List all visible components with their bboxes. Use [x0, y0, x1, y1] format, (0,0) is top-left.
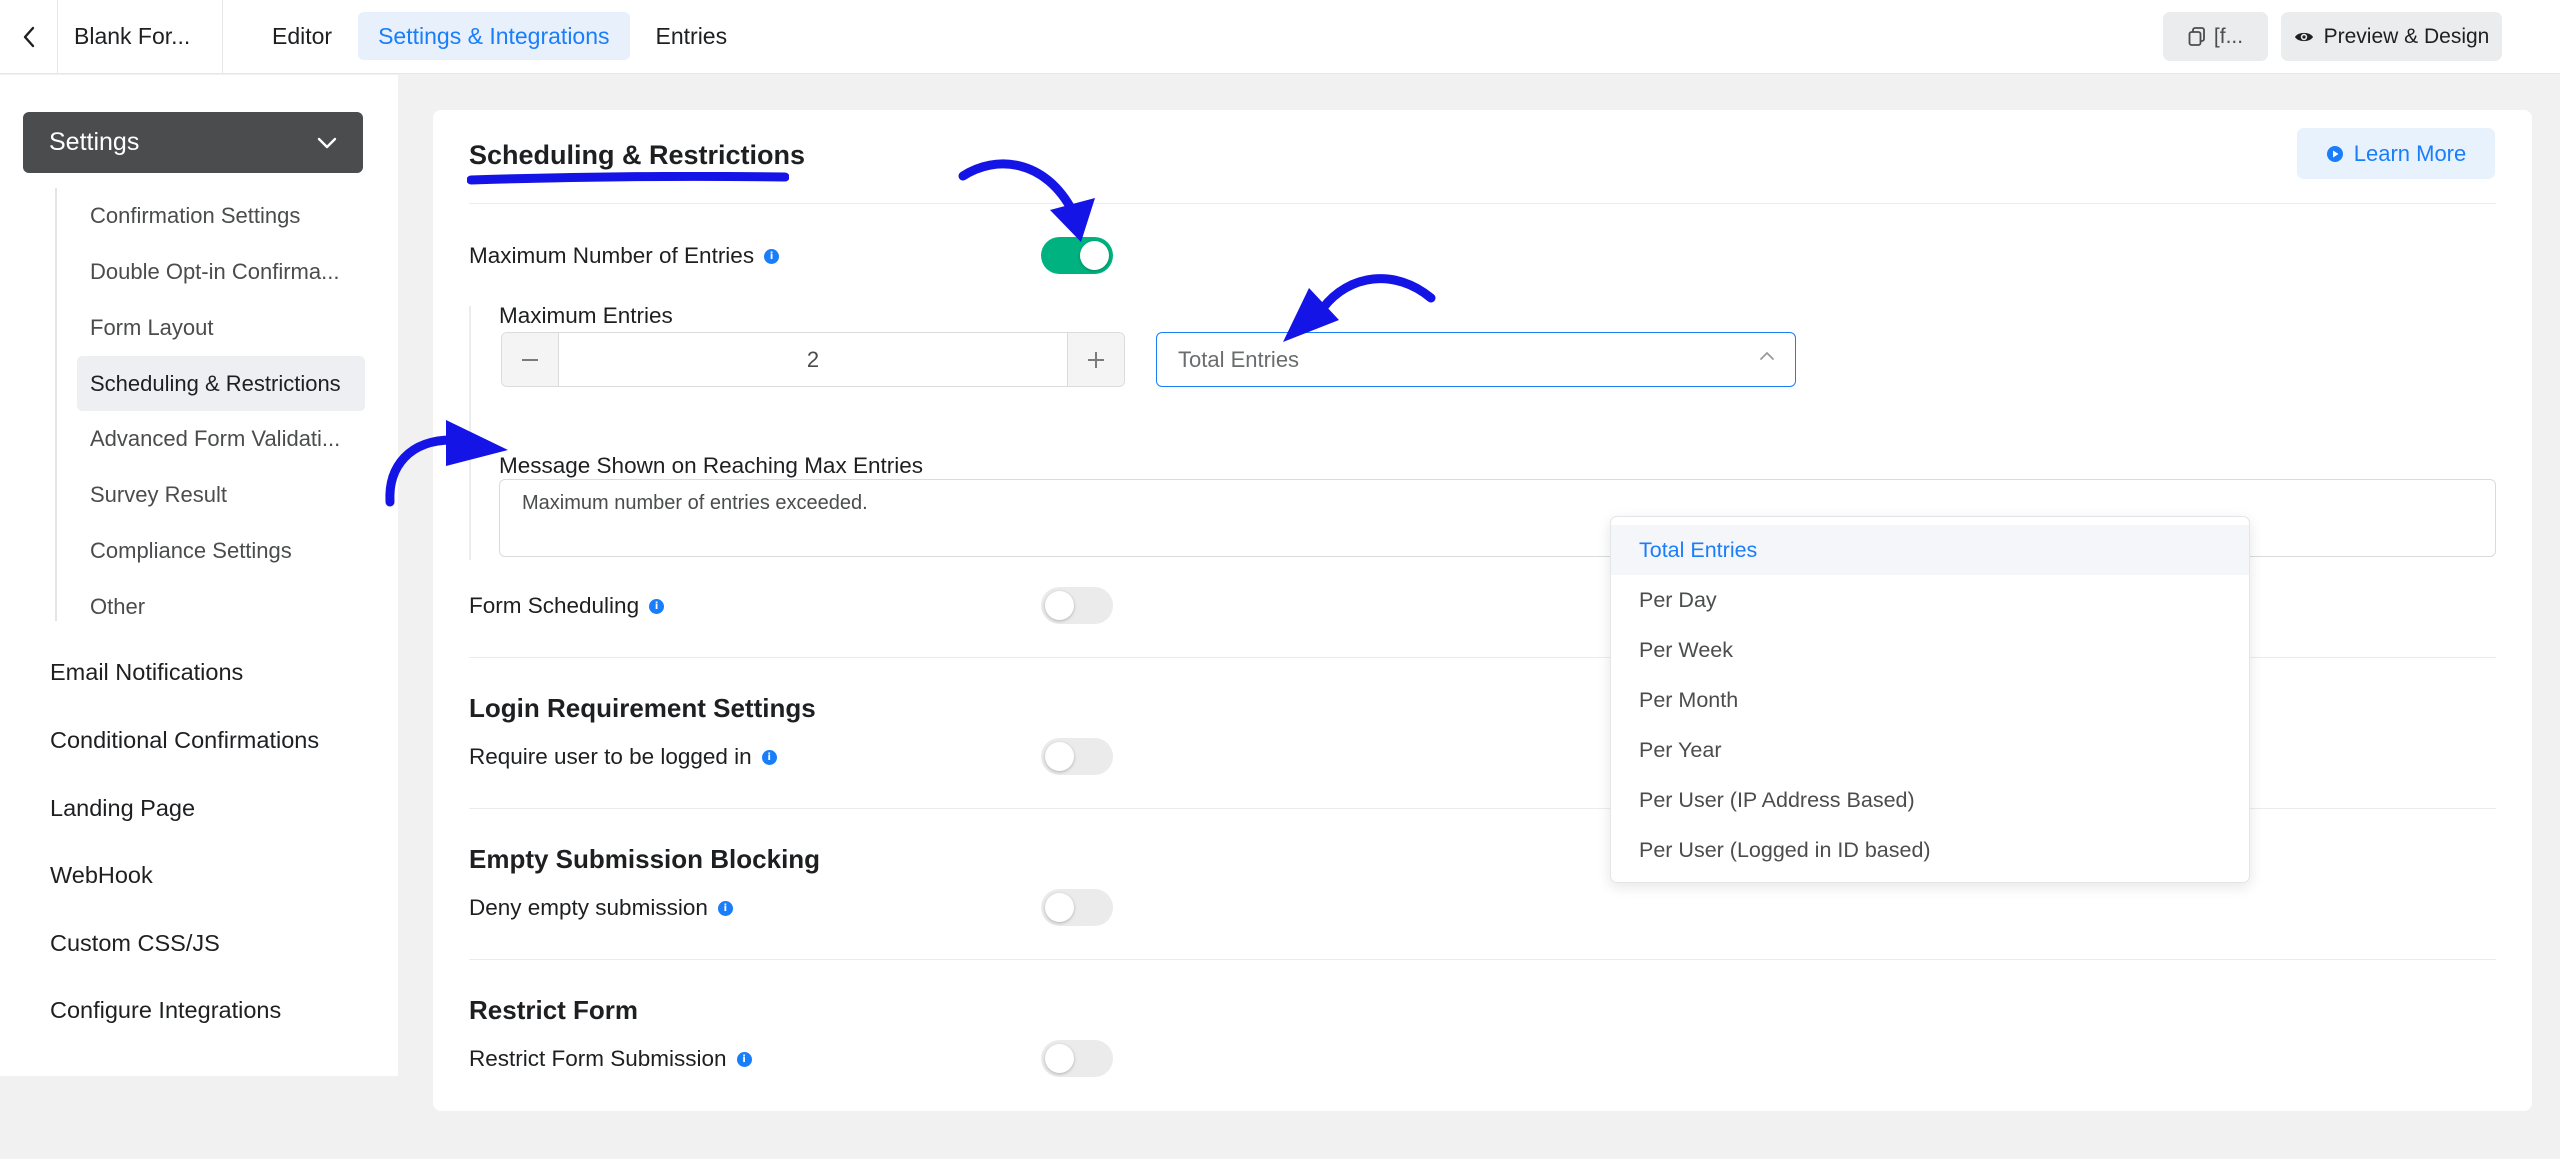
increment-button[interactable]: [1067, 333, 1124, 386]
annotation-arrow-toggle: [958, 159, 1095, 242]
maximum-entries-input[interactable]: 2: [559, 333, 1067, 386]
annotation-arrow-message: [385, 420, 508, 507]
require-login-toggle[interactable]: [1041, 738, 1113, 775]
preview-label: Preview & Design: [2323, 24, 2490, 48]
info-icon[interactable]: i: [761, 749, 777, 765]
dropdown-option-per-user-login[interactable]: Per User (Logged in ID based): [1611, 825, 2249, 875]
info-icon[interactable]: i: [736, 1051, 752, 1067]
deny-empty-label-row: Deny empty submission i: [469, 895, 733, 921]
deny-empty-toggle[interactable]: [1041, 889, 1113, 926]
settings-menu-label: Settings: [49, 128, 140, 156]
sidebar-item-confirmation-settings[interactable]: Confirmation Settings: [77, 188, 365, 243]
plus-icon: [1088, 351, 1104, 368]
info-icon[interactable]: i: [717, 900, 733, 916]
divider: [469, 959, 2496, 960]
chevron-up-icon: [1760, 352, 1774, 360]
sidebar-item-advanced-validation[interactable]: Advanced Form Validati...: [77, 411, 365, 466]
chevron-down-icon: [317, 137, 337, 148]
settings-sidebar: Settings Confirmation Settings Double Op…: [0, 75, 398, 1076]
sidebar-item-double-opt-in[interactable]: Double Opt-in Confirma...: [77, 244, 365, 299]
entries-period-select[interactable]: Total Entries: [1156, 332, 1796, 387]
restrict-submission-toggle[interactable]: [1041, 1040, 1113, 1077]
dropdown-option-per-user-ip[interactable]: Per User (IP Address Based): [1611, 775, 2249, 825]
login-requirement-title: Login Requirement Settings: [469, 693, 816, 723]
chevron-left-icon: [23, 26, 34, 48]
tab-editor[interactable]: Editor: [252, 12, 352, 60]
form-title: Blank For...: [74, 23, 191, 49]
require-login-label-row: Require user to be logged in i: [469, 744, 777, 770]
form-scheduling-toggle[interactable]: [1041, 587, 1113, 624]
form-scheduling-label-row: Form Scheduling i: [469, 593, 665, 619]
toggle-knob: [1045, 893, 1074, 922]
page-title: Scheduling & Restrictions: [469, 140, 806, 170]
sidebar-link-custom-css-js[interactable]: Custom CSS/JS: [50, 930, 220, 957]
sidebar-item-compliance-settings[interactable]: Compliance Settings: [77, 523, 365, 578]
entries-period-dropdown: Total Entries Per Day Per Week Per Month…: [1610, 516, 2250, 883]
deny-empty-label: Deny empty submission: [469, 895, 708, 920]
dropdown-option-total-entries[interactable]: Total Entries: [1611, 525, 2249, 575]
info-icon[interactable]: i: [764, 248, 780, 264]
play-circle-icon: [2326, 145, 2343, 162]
back-button[interactable]: [0, 0, 58, 74]
max-message-label: Message Shown on Reaching Max Entries: [499, 453, 923, 478]
sidebar-link-conditional-confirmations[interactable]: Conditional Confirmations: [50, 727, 319, 754]
preview-design-button[interactable]: Preview & Design: [2281, 12, 2502, 61]
max-entries-label-row: Maximum Number of Entries i: [469, 243, 780, 269]
sidebar-link-landing-page[interactable]: Landing Page: [50, 795, 195, 822]
sidebar-item-survey-result[interactable]: Survey Result: [77, 467, 365, 522]
highlight-underline-annotation: [467, 172, 789, 185]
sidebar-item-other[interactable]: Other: [77, 579, 365, 634]
dropdown-option-per-year[interactable]: Per Year: [1611, 725, 2249, 775]
learn-more-label: Learn More: [2353, 140, 2467, 166]
require-login-label: Require user to be logged in: [469, 744, 752, 769]
settings-menu-toggle[interactable]: Settings: [23, 112, 363, 173]
minus-icon: [522, 358, 538, 361]
maximum-entries-field-label: Maximum Entries: [499, 303, 673, 328]
sidebar-link-email-notifications[interactable]: Email Notifications: [50, 659, 243, 686]
toggle-knob: [1045, 742, 1074, 771]
restrict-form-title: Restrict Form: [469, 995, 639, 1025]
divider: [222, 0, 223, 74]
shortcode-copy-button[interactable]: [f...: [2163, 12, 2268, 61]
top-bar: Blank For... Editor Settings & Integrati…: [0, 0, 2560, 74]
dropdown-option-per-day[interactable]: Per Day: [1611, 575, 2249, 625]
main-tabs: Editor Settings & Integrations Entries: [252, 12, 747, 60]
sidebar-item-form-layout[interactable]: Form Layout: [77, 300, 365, 355]
shortcode-label: [f...: [2213, 24, 2244, 48]
toggle-knob: [1045, 591, 1074, 620]
dropdown-option-per-week[interactable]: Per Week: [1611, 625, 2249, 675]
empty-submission-title: Empty Submission Blocking: [469, 844, 821, 874]
restrict-submission-label-row: Restrict Form Submission i: [469, 1046, 752, 1072]
sidebar-item-scheduling-restrictions[interactable]: Scheduling & Restrictions: [77, 356, 365, 411]
settings-submenu: Confirmation Settings Double Opt-in Conf…: [55, 188, 375, 621]
maximum-entries-stepper: 2: [501, 332, 1125, 387]
annotation-arrow-select: [1283, 274, 1436, 342]
divider: [469, 203, 2496, 204]
tab-entries[interactable]: Entries: [636, 12, 748, 60]
eye-icon: [2294, 32, 2313, 41]
info-icon[interactable]: i: [649, 598, 665, 614]
copy-icon: [2188, 26, 2205, 46]
dropdown-option-per-month[interactable]: Per Month: [1611, 675, 2249, 725]
sidebar-link-configure-integrations[interactable]: Configure Integrations: [50, 997, 281, 1024]
restrict-submission-label: Restrict Form Submission: [469, 1046, 727, 1071]
tab-settings-integrations[interactable]: Settings & Integrations: [358, 12, 630, 60]
max-entries-label: Maximum Number of Entries: [469, 243, 755, 268]
form-scheduling-label: Form Scheduling: [469, 593, 640, 618]
sidebar-link-webhook[interactable]: WebHook: [50, 862, 153, 889]
settings-card: Scheduling & Restrictions Learn More Max…: [433, 110, 2532, 1111]
decrement-button[interactable]: [502, 333, 559, 386]
toggle-knob: [1045, 1044, 1074, 1073]
learn-more-button[interactable]: Learn More: [2297, 128, 2495, 179]
